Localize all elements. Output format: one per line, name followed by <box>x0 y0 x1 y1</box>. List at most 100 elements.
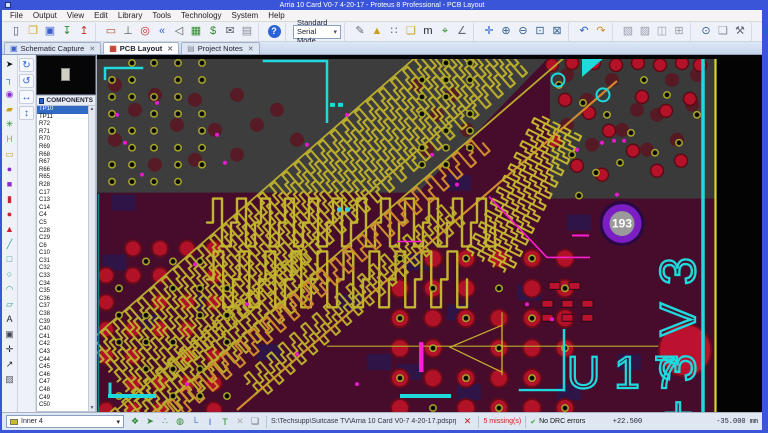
component-list-item[interactable]: C29 <box>37 235 88 243</box>
zoom-all-button[interactable]: ⊠ <box>549 24 565 40</box>
scroll-down-icon[interactable]: ▼ <box>90 405 95 411</box>
dots-button[interactable]: ∴ <box>158 415 172 429</box>
component-list-item[interactable]: C10 <box>37 250 88 258</box>
zoom-area-button[interactable]: ⊡ <box>532 24 548 40</box>
component-list-item[interactable]: C46 <box>37 372 88 380</box>
import-doc-button[interactable]: ↧ <box>59 24 75 40</box>
component-list-item[interactable]: C48 <box>37 387 88 395</box>
component-list-item[interactable]: R65 <box>37 174 88 182</box>
tab-project-notes[interactable]: ▤ Project Notes ✕ <box>181 42 260 54</box>
component-list-item[interactable]: C40 <box>37 326 88 334</box>
undo-button[interactable]: ↶ <box>576 24 592 40</box>
layers-button[interactable]: ❏ <box>403 24 419 40</box>
tidy-button[interactable]: ❖ <box>128 415 142 429</box>
mail-button[interactable]: ✉ <box>222 24 238 40</box>
path-mode-button[interactable]: ▱ <box>3 297 17 311</box>
mir-h-button[interactable]: ↔ <box>19 90 34 104</box>
view-1-button[interactable]: ▧ <box>620 24 636 40</box>
save-button[interactable]: ▣ <box>42 24 58 40</box>
box-mode-button[interactable]: □ <box>3 252 17 266</box>
highlight-mode-button[interactable]: H <box>3 132 17 146</box>
notes-button[interactable]: ▤ <box>239 24 255 40</box>
component-list-item[interactable]: R71 <box>37 129 88 137</box>
target-button[interactable]: ◎ <box>137 24 153 40</box>
component-list-item[interactable]: C4 <box>37 212 88 220</box>
components-list[interactable]: TP10 TP11 R72 R71 R70 R69 R68 R67 R66 R65 R28 C17 C1… <box>36 106 96 412</box>
new-file-button[interactable]: ▯ <box>8 24 24 40</box>
zoom-out-button[interactable]: ⊖ <box>515 24 531 40</box>
component-list-item[interactable]: C42 <box>37 341 88 349</box>
component-list-item[interactable]: C5 <box>37 220 88 228</box>
component-list-item[interactable]: C33 <box>37 273 88 281</box>
rot-cw-button[interactable]: ↻ <box>19 58 34 72</box>
component-list-item[interactable]: C35 <box>37 288 88 296</box>
component-list-item[interactable]: C14 <box>37 205 88 213</box>
delete-gray-button[interactable]: ✕ <box>233 415 247 429</box>
component-list-item[interactable]: R67 <box>37 159 88 167</box>
export-region-button[interactable]: ❏ <box>248 415 262 429</box>
help-button[interactable]: ? <box>266 24 282 40</box>
corner-button[interactable]: └ <box>188 415 202 429</box>
hammer-button[interactable]: ⚒ <box>732 24 748 40</box>
track-mode-button[interactable]: ┐ <box>3 72 17 86</box>
open-folder-button[interactable]: ❐ <box>25 24 41 40</box>
component-list-item[interactable]: R72 <box>37 121 88 129</box>
menu-help[interactable]: Help <box>264 11 288 20</box>
pcb-canvas[interactable]: 193 U17 +3V3 <box>97 55 762 412</box>
pad-poly-mode-button[interactable]: ▲ <box>3 222 17 236</box>
component-mode-mode-button[interactable]: ▭ <box>3 147 17 161</box>
drc-status[interactable]: ✔ No DRC errors <box>530 418 585 426</box>
component-list-item[interactable]: C32 <box>37 265 88 273</box>
rewind-button[interactable]: « <box>154 24 170 40</box>
component-list-item[interactable]: C45 <box>37 364 88 372</box>
component-list-item[interactable]: C41 <box>37 334 88 342</box>
components-scrollbar[interactable]: ▲ ▼ <box>88 106 95 411</box>
ratsnest-status[interactable]: 5 missing(s) <box>483 418 521 425</box>
origin-button[interactable]: ⌖ <box>437 24 453 40</box>
component-list-item[interactable]: C34 <box>37 281 88 289</box>
redo-button[interactable]: ↷ <box>593 24 609 40</box>
component-list-item[interactable]: C13 <box>37 197 88 205</box>
view-4-button[interactable]: ⊞ <box>671 24 687 40</box>
component-list-item[interactable]: C50 <box>37 402 88 410</box>
polar-button[interactable]: ∠ <box>454 24 470 40</box>
component-list-item[interactable]: R66 <box>37 167 88 175</box>
pin-button[interactable]: ⊥ <box>120 24 136 40</box>
drc-button[interactable]: ▲ <box>369 24 385 40</box>
zone-mode-button[interactable]: ▰ <box>3 102 17 116</box>
component-list-item[interactable]: C39 <box>37 319 88 327</box>
component-list-item[interactable]: TP10 <box>37 106 88 114</box>
menu-technology[interactable]: Technology <box>177 11 225 20</box>
menu-edit[interactable]: Edit <box>90 11 112 20</box>
close-icon[interactable]: ✕ <box>248 45 254 53</box>
pad-circle-mode-button[interactable]: ● <box>3 162 17 176</box>
component-list-item[interactable]: C6 <box>37 243 88 251</box>
text-mode-button[interactable]: A <box>3 312 17 326</box>
query-button[interactable]: ◁ <box>171 24 187 40</box>
view-3-button[interactable]: ◫ <box>654 24 670 40</box>
close-icon[interactable]: ✕ <box>167 45 173 53</box>
mode-select-dropdown[interactable]: Standard Serial Mode ▾ <box>293 18 341 45</box>
component-list-item[interactable]: C43 <box>37 349 88 357</box>
goto-button[interactable]: ➤ <box>143 415 157 429</box>
component-list-item[interactable]: R28 <box>37 182 88 190</box>
component-list-item[interactable]: C49 <box>37 395 88 403</box>
menu-system[interactable]: System <box>228 11 263 20</box>
ratsnest-mode-button[interactable]: ✳ <box>3 117 17 131</box>
pad-red-mode-button[interactable]: ● <box>3 207 17 221</box>
component-list-item[interactable]: C47 <box>37 379 88 387</box>
symbol-mode-button[interactable]: ▣ <box>3 327 17 341</box>
dimension-mode-button[interactable]: ↗ <box>3 357 17 371</box>
scroll-up-icon[interactable]: ▲ <box>90 106 95 112</box>
component-list-item[interactable]: R69 <box>37 144 88 152</box>
component-list-item[interactable]: C17 <box>37 190 88 198</box>
menu-library[interactable]: Library <box>114 11 146 20</box>
pan-button[interactable]: ✛ <box>481 24 497 40</box>
component-list-item[interactable]: C31 <box>37 258 88 266</box>
marker-mode-button[interactable]: ✛ <box>3 342 17 356</box>
edit-sheet-button[interactable]: ✎ <box>352 24 368 40</box>
rot-ccw-button[interactable]: ↺ <box>19 74 34 88</box>
tee-button[interactable]: T <box>218 415 232 429</box>
pad-smd-mode-button[interactable]: ▮ <box>3 192 17 206</box>
component-button[interactable]: ▭ <box>103 24 119 40</box>
